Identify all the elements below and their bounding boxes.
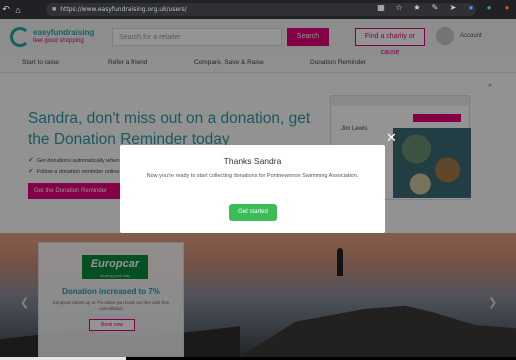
lock-icon: ■: [52, 6, 57, 13]
modal-body: Now you're ready to start collecting don…: [146, 173, 359, 179]
back-icon[interactable]: ↶: [0, 4, 12, 15]
grid-icon[interactable]: ▦: [376, 3, 386, 12]
modal-title: Thanks Sandra: [223, 156, 282, 166]
star-icon[interactable]: ☆: [394, 3, 404, 12]
home-icon[interactable]: ⌂: [12, 5, 24, 15]
get-started-button[interactable]: Get started: [229, 204, 277, 221]
share-icon[interactable]: ➤: [448, 3, 458, 12]
collections-icon[interactable]: ✎: [430, 3, 440, 12]
browser-toolbar: ↶ ⌂ ■ https://www.easyfundraising.org.uk…: [0, 0, 516, 19]
close-icon[interactable]: ✕: [386, 130, 397, 146]
extension-icon[interactable]: ●: [466, 3, 476, 12]
favorites-icon[interactable]: ★: [412, 3, 422, 12]
menu-icon[interactable]: ●: [502, 3, 512, 12]
thanks-modal: Thanks Sandra Now you're ready to start …: [120, 145, 385, 233]
url-text: https://www.easyfundraising.org.uk/users…: [60, 6, 187, 13]
profile-icon[interactable]: ●: [484, 3, 494, 12]
